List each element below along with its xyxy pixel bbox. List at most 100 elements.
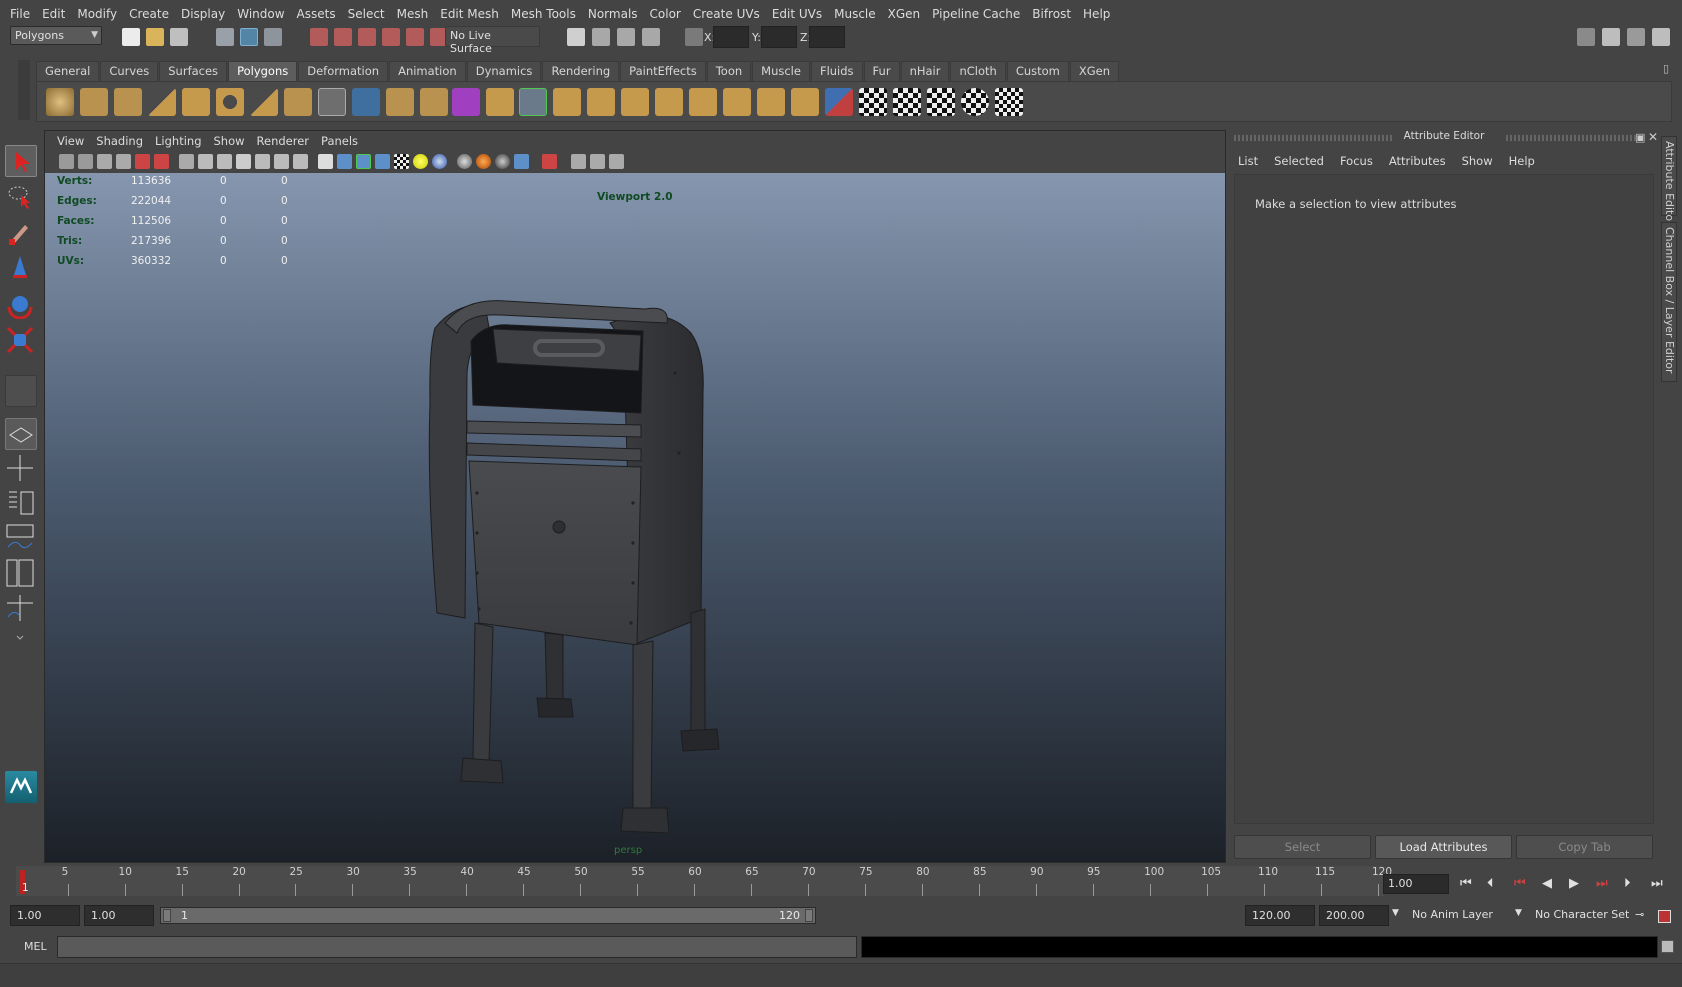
shelf-tab-dynamics[interactable]: Dynamics — [466, 61, 542, 81]
smooth-shade-icon[interactable] — [337, 154, 352, 169]
select-hierarchy-icon[interactable] — [216, 28, 234, 46]
shelf-tab-nhair[interactable]: nHair — [900, 61, 950, 81]
panel-menu-shading[interactable]: Shading — [90, 134, 149, 148]
separate-icon[interactable] — [386, 88, 414, 116]
render-view-icon[interactable] — [567, 28, 585, 46]
script-editor-icon[interactable] — [1661, 940, 1674, 953]
hypershade-layout-icon[interactable] — [5, 593, 37, 625]
channel-box-toggle-icon[interactable] — [1652, 28, 1670, 46]
menuset-dropdown[interactable]: Polygons ▼ — [10, 26, 102, 45]
menu-bifrost[interactable]: Bifrost — [1026, 7, 1077, 21]
xray-joints-icon[interactable] — [590, 154, 605, 169]
uv-checker-icon[interactable] — [995, 88, 1023, 116]
save-scene-icon[interactable] — [170, 28, 188, 46]
graph-persp-layout-icon[interactable] — [5, 523, 37, 555]
anim-layer-dropdown[interactable]: No Anim Layer — [1412, 908, 1493, 921]
ae-menu-show[interactable]: Show — [1454, 154, 1501, 172]
tab-channel-box-layer-editor[interactable]: Channel Box / Layer Editor — [1661, 222, 1677, 382]
chevron-down-icon[interactable]: ▼ — [1392, 908, 1399, 918]
resolution-gate-icon[interactable] — [217, 154, 232, 169]
depth-of-field-icon[interactable] — [514, 154, 529, 169]
range-slider-left-handle[interactable] — [163, 909, 171, 922]
lasso-tool-icon[interactable] — [5, 181, 37, 213]
range-slider-right-handle[interactable] — [805, 909, 813, 922]
close-icon[interactable]: ✕ — [1648, 130, 1658, 144]
poly-plane-icon[interactable] — [182, 88, 210, 116]
load-attributes-button[interactable]: Load Attributes — [1375, 835, 1512, 859]
render-current-frame-icon[interactable] — [592, 28, 610, 46]
multi-cut-icon[interactable] — [689, 88, 717, 116]
go-to-end-icon[interactable]: ⏭ — [1651, 876, 1663, 891]
poly-cone-icon[interactable] — [148, 88, 176, 116]
wireframe-on-shaded-icon[interactable] — [356, 154, 371, 169]
poly-cylinder-icon[interactable] — [114, 88, 142, 116]
paint-select-tool-icon[interactable] — [5, 217, 37, 249]
xray-active-components-icon[interactable] — [609, 154, 624, 169]
menu-create[interactable]: Create — [123, 7, 175, 21]
layout-options-chevron-icon[interactable] — [5, 628, 37, 648]
menu-display[interactable]: Display — [175, 7, 231, 21]
shelf-tab-ncloth[interactable]: nCloth — [950, 61, 1006, 81]
menu-file[interactable]: File — [4, 7, 36, 21]
perspective-viewport[interactable]: Verts: 113636 0 0 Edges: 222044 0 0 Face… — [45, 173, 1225, 862]
uv-automatic-icon[interactable] — [927, 88, 955, 116]
bridge-icon[interactable] — [519, 88, 547, 116]
poly-sphere-icon[interactable] — [46, 88, 74, 116]
target-weld-icon[interactable] — [791, 88, 819, 116]
bookmarks-icon[interactable] — [97, 154, 112, 169]
step-forward-frame-icon[interactable]: ⏵ — [1624, 876, 1631, 891]
poly-helix-icon[interactable] — [318, 88, 346, 116]
menu-mesh[interactable]: Mesh — [391, 7, 435, 21]
outliner-graph-layout-icon[interactable] — [5, 558, 37, 590]
motion-blur-icon[interactable] — [476, 154, 491, 169]
attribute-editor-toggle-icon[interactable] — [1602, 28, 1620, 46]
shelf-tab-muscle[interactable]: Muscle — [752, 61, 810, 81]
grease-pencil-icon[interactable] — [154, 154, 169, 169]
append-polygon-icon[interactable] — [553, 88, 581, 116]
offset-edge-loop-icon[interactable] — [757, 88, 785, 116]
camera-attributes-icon[interactable] — [78, 154, 93, 169]
single-perspective-layout-icon[interactable] — [5, 418, 37, 450]
safe-action-icon[interactable] — [274, 154, 289, 169]
use-default-material-icon[interactable] — [394, 154, 409, 169]
range-slider[interactable]: 1 120 — [160, 907, 816, 924]
playback-start-field[interactable]: 1.00 — [84, 905, 154, 926]
tab-attribute-editor[interactable]: Attribute Editor — [1661, 136, 1677, 226]
playback-end-field[interactable]: 120.00 — [1245, 905, 1315, 926]
select-object-icon[interactable] — [240, 28, 258, 46]
key-icon[interactable]: ⊸ — [1635, 908, 1644, 921]
grid-icon[interactable] — [179, 154, 194, 169]
fill-hole-icon[interactable] — [587, 88, 615, 116]
live-surface-field[interactable]: No Live Surface — [445, 26, 540, 55]
y-input[interactable] — [761, 26, 797, 48]
menu-edit-mesh[interactable]: Edit Mesh — [434, 7, 505, 21]
step-back-key-icon[interactable]: ⏮ — [1514, 876, 1526, 891]
xray-icon[interactable] — [571, 154, 586, 169]
transform-tool-icon[interactable] — [685, 28, 703, 46]
textured-icon[interactable] — [375, 154, 390, 169]
shelf-tab-painteffects[interactable]: PaintEffects — [620, 61, 706, 81]
menu-modify[interactable]: Modify — [71, 7, 123, 21]
preferences-icon[interactable] — [1658, 910, 1671, 923]
isolate-select-icon[interactable] — [542, 154, 557, 169]
wireframe-icon[interactable] — [318, 154, 333, 169]
poly-pipe-icon[interactable] — [284, 88, 312, 116]
menu-create-uvs[interactable]: Create UVs — [687, 7, 766, 21]
menu-select[interactable]: Select — [342, 7, 391, 21]
poly-cube-icon[interactable] — [80, 88, 108, 116]
panel-menu-renderer[interactable]: Renderer — [251, 134, 316, 148]
menu-pipeline-cache[interactable]: Pipeline Cache — [926, 7, 1026, 21]
panel-drag-handle-right[interactable] — [1506, 135, 1646, 141]
shelf-tab-rendering[interactable]: Rendering — [542, 61, 620, 81]
film-gate-icon[interactable] — [198, 154, 213, 169]
snap-grid-icon[interactable] — [310, 28, 328, 46]
ae-menu-focus[interactable]: Focus — [1332, 154, 1381, 172]
menu-window[interactable]: Window — [231, 7, 290, 21]
z-input[interactable] — [809, 26, 845, 48]
select-component-icon[interactable] — [264, 28, 282, 46]
open-scene-icon[interactable] — [146, 28, 164, 46]
poly-torus-icon[interactable] — [216, 88, 244, 116]
uv-planar-icon[interactable] — [825, 88, 853, 116]
step-forward-key-icon[interactable]: ⏭ — [1596, 876, 1608, 891]
shelf-tab-animation[interactable]: Animation — [389, 61, 466, 81]
